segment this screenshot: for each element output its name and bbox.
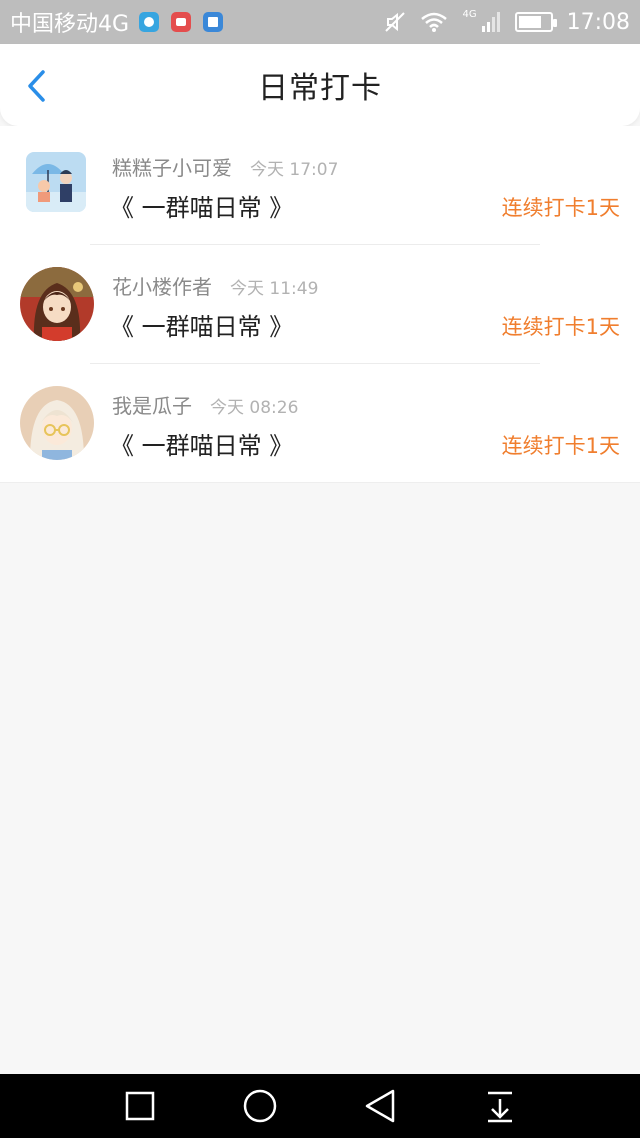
back-button[interactable] <box>18 68 54 104</box>
item-meta: 我是瓜子 今天 08:26 <box>112 390 298 419</box>
streak-label: 连续打卡1天 <box>501 434 620 458</box>
header: 日常打卡 <box>0 44 640 126</box>
shopping-app-icon <box>171 12 192 32</box>
signal-icon <box>481 11 501 33</box>
avatar[interactable] <box>20 386 94 460</box>
triangle-back-icon <box>365 1089 395 1123</box>
clock: 17:08 <box>566 9 630 35</box>
list-item[interactable]: 糕糕子小可爱 今天 17:07 《 一群喵日常 》 连续打卡1天 <box>0 126 640 245</box>
avatar[interactable] <box>26 152 86 212</box>
status-bar: 中国移动4G 4G 17:08 <box>0 0 640 44</box>
divider <box>0 482 640 483</box>
streak-label: 连续打卡1天 <box>501 315 620 339</box>
circle-icon <box>243 1089 277 1123</box>
gallery-app-icon <box>203 12 224 32</box>
network-type-label: 4G <box>462 8 477 20</box>
wifi-icon <box>420 11 448 33</box>
back-nav-button[interactable] <box>360 1086 400 1126</box>
user-name[interactable]: 我是瓜子 <box>112 390 192 419</box>
checkin-time: 今天 08:26 <box>210 398 299 418</box>
list-item[interactable]: 花小楼作者 今天 11:49 《 一群喵日常 》 连续打卡1天 <box>0 245 640 364</box>
battery-icon <box>514 12 557 32</box>
item-meta: 糕糕子小可爱 今天 17:07 <box>112 152 338 181</box>
item-meta: 花小楼作者 今天 11:49 <box>112 271 318 300</box>
notification-pull-button[interactable] <box>480 1086 520 1126</box>
square-icon <box>125 1091 155 1121</box>
list-item[interactable]: 我是瓜子 今天 08:26 《 一群喵日常 》 连续打卡1天 <box>0 364 640 483</box>
checkin-list: 糕糕子小可爱 今天 17:07 《 一群喵日常 》 连续打卡1天 花小楼作者 今… <box>0 126 640 483</box>
checkin-time: 今天 11:49 <box>230 279 319 299</box>
recents-button[interactable] <box>120 1086 160 1126</box>
home-button[interactable] <box>240 1086 280 1126</box>
book-title[interactable]: 《 一群喵日常 》 <box>110 188 293 223</box>
book-title[interactable]: 《 一群喵日常 》 <box>110 307 293 342</box>
checkin-time: 今天 17:07 <box>250 160 339 180</box>
map-app-icon <box>139 12 160 32</box>
chevron-left-icon <box>28 70 45 102</box>
streak-label: 连续打卡1天 <box>501 196 620 220</box>
pull-down-icon <box>488 1091 512 1123</box>
mute-icon <box>384 11 406 33</box>
user-name[interactable]: 花小楼作者 <box>112 271 212 300</box>
carrier-label: 中国移动4G <box>10 12 130 37</box>
page-title: 日常打卡 <box>258 71 382 106</box>
avatar[interactable] <box>20 267 94 341</box>
user-name[interactable]: 糕糕子小可爱 <box>112 152 232 181</box>
book-title[interactable]: 《 一群喵日常 》 <box>110 426 293 461</box>
system-nav-bar <box>0 1074 640 1138</box>
